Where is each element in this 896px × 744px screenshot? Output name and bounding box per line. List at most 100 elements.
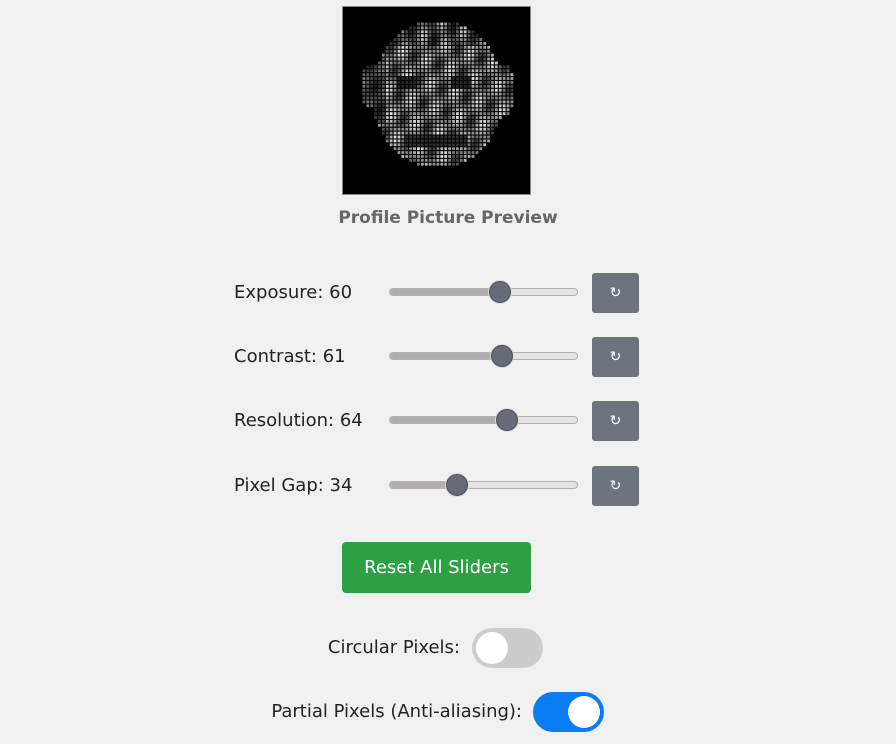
pixel-gap-reset-button[interactable]: ↻: [592, 466, 639, 506]
preview-pixel: [405, 100, 409, 104]
preview-pixel: [401, 38, 405, 41]
preview-pixel: [405, 147, 409, 151]
preview-pixel: [420, 49, 424, 53]
preview-pixel: [413, 61, 416, 65]
pixel-gap-slider[interactable]: [389, 474, 578, 496]
preview-pixel: [366, 65, 370, 69]
preview-pixel: [448, 57, 451, 61]
preview-pixel: [436, 116, 440, 119]
preview-pixel: [483, 112, 487, 115]
preview-pixel: [455, 22, 459, 26]
preview-pixel: [413, 112, 416, 115]
preview-pixel: [409, 84, 413, 88]
contrast-slider-thumb[interactable]: [490, 345, 513, 367]
preview-pixel: [409, 139, 413, 143]
preview-pixel: [401, 53, 405, 57]
exposure-slider-thumb[interactable]: [489, 281, 512, 303]
preview-pixel: [401, 69, 405, 73]
preview-pixel: [432, 57, 436, 61]
preview-pixel: [471, 65, 475, 69]
preview-pixel: [436, 45, 440, 49]
preview-pixel: [440, 100, 444, 104]
preview-pixel: [444, 100, 448, 104]
preview-pixel: [506, 88, 510, 92]
preview-pixel: [498, 77, 502, 80]
preview-pixel: [432, 49, 436, 53]
preview-pixel: [405, 38, 409, 41]
preview-pixel: [432, 135, 436, 139]
preview-pixel: [432, 92, 436, 96]
preview-pixel: [452, 22, 455, 26]
preview-pixel: [378, 104, 381, 108]
preview-pixel: [401, 92, 405, 96]
preview-pixel: [385, 119, 389, 123]
preview-pixel: [432, 108, 436, 112]
preview-pixel: [378, 88, 381, 92]
reset-all-sliders-button[interactable]: Reset All Sliders: [342, 542, 531, 593]
preview-pixel: [487, 61, 490, 65]
preview-pixel: [463, 123, 467, 127]
preview-pixel: [381, 116, 385, 119]
resolution-slider[interactable]: [389, 409, 578, 431]
preview-pixel: [459, 61, 463, 65]
preview-pixel: [401, 57, 405, 61]
preview-pixel: [417, 45, 420, 49]
pixel-gap-slider-thumb[interactable]: [445, 474, 468, 496]
exposure-slider[interactable]: [389, 281, 578, 303]
preview-pixel: [413, 73, 416, 77]
circular-pixels-toggle[interactable]: [472, 628, 543, 668]
preview-pixel: [397, 119, 401, 123]
preview-pixel: [362, 81, 366, 84]
preview-pixel: [444, 147, 448, 151]
preview-pixel: [455, 104, 459, 108]
preview-pixel: [393, 104, 397, 108]
preview-pixel: [362, 96, 366, 100]
preview-pixel: [455, 57, 459, 61]
preview-pixel: [413, 108, 416, 112]
preview-pixel: [479, 108, 483, 112]
preview-pixel: [448, 84, 451, 88]
preview-pixel: [393, 100, 397, 104]
preview-pixel: [413, 53, 416, 57]
preview-pixel: [487, 131, 490, 135]
preview-pixel: [417, 116, 420, 119]
preview-pixel: [436, 151, 440, 154]
preview-pixel: [428, 81, 432, 84]
resolution-slider-thumb[interactable]: [495, 409, 518, 431]
preview-caption: Profile Picture Preview: [338, 208, 558, 228]
preview-pixel: [432, 162, 436, 166]
circular-pixels-label: Circular Pixels:: [327, 637, 460, 658]
preview-pixel: [393, 45, 397, 49]
preview-pixel: [397, 42, 401, 45]
preview-pixel: [432, 104, 436, 108]
preview-pixel: [494, 116, 498, 119]
preview-pixel: [444, 57, 448, 61]
preview-pixel: [506, 81, 510, 84]
preview-pixel: [455, 45, 459, 49]
preview-pixel: [444, 73, 448, 77]
exposure-reset-button[interactable]: ↻: [592, 273, 639, 313]
preview-pixel: [389, 123, 393, 127]
preview-pixel: [409, 92, 413, 96]
preview-pixel: [487, 84, 490, 88]
preview-pixel: [374, 112, 377, 115]
preview-pixel: [502, 108, 506, 112]
preview-pixel: [393, 131, 397, 135]
preview-pixel: [452, 116, 455, 119]
preview-pixel: [401, 143, 405, 147]
preview-pixel: [424, 38, 428, 41]
preview-pixel: [502, 65, 506, 69]
preview-pixel: [483, 65, 487, 69]
preview-pixel: [452, 34, 455, 38]
partial-pixels-toggle[interactable]: [533, 692, 604, 732]
contrast-slider[interactable]: [389, 345, 578, 367]
resolution-reset-button[interactable]: ↻: [592, 401, 639, 441]
preview-pixel: [389, 69, 393, 73]
preview-pixel: [393, 96, 397, 100]
preview-pixel: [444, 127, 448, 131]
preview-pixel: [413, 100, 416, 104]
preview-pixel: [420, 77, 424, 80]
preview-pixel: [397, 38, 401, 41]
contrast-reset-button[interactable]: ↻: [592, 337, 639, 377]
preview-pixel: [385, 131, 389, 135]
